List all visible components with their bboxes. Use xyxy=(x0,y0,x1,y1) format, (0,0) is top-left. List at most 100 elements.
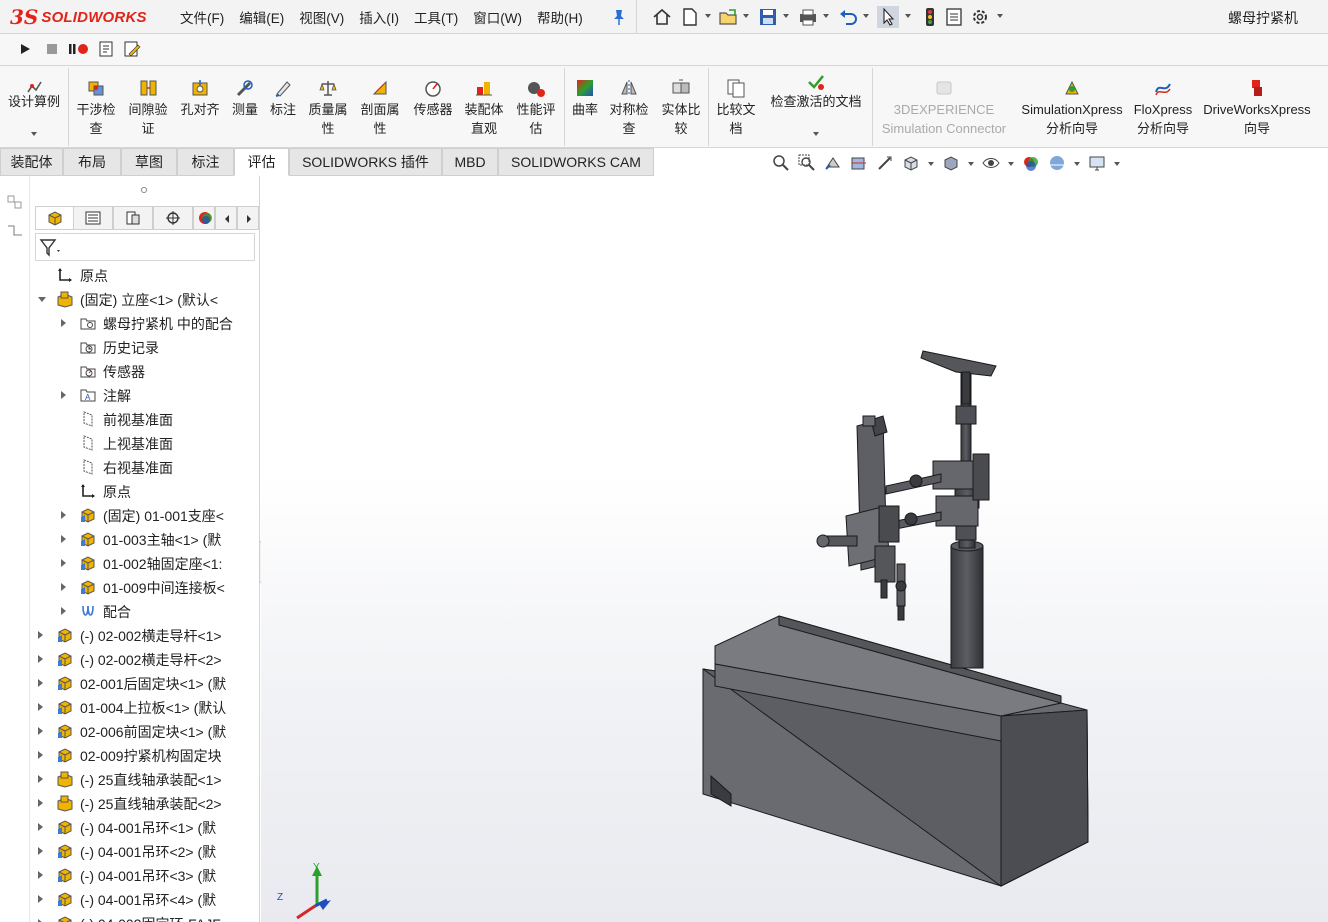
expand-arrow-icon[interactable] xyxy=(61,391,66,399)
tree-row[interactable]: 螺母拧紧机 中的配合 xyxy=(30,311,242,335)
nut-tightening-machine-model[interactable] xyxy=(702,350,1089,887)
expand-arrow-icon[interactable] xyxy=(38,631,43,639)
section-properties-button[interactable]: 剖面属性 xyxy=(356,66,404,148)
expand-arrow-icon[interactable] xyxy=(38,823,43,831)
model-viewport[interactable] xyxy=(261,176,1328,922)
tree-row[interactable]: 01-009中间连接板< xyxy=(30,575,242,599)
sensor-button[interactable]: 传感器 xyxy=(408,66,458,148)
print-icon[interactable] xyxy=(797,6,819,28)
new-document-icon[interactable] xyxy=(679,6,701,28)
display-style-icon[interactable] xyxy=(942,154,960,172)
performance-evaluation-button[interactable]: 性能评估 xyxy=(512,66,560,148)
rebuild-traffic-light-icon[interactable] xyxy=(919,6,941,28)
expand-arrow-icon[interactable] xyxy=(38,775,43,783)
tree-row[interactable]: 历史记录 xyxy=(30,335,242,359)
display-style-dropdown-icon[interactable] xyxy=(968,162,974,166)
options-gear-icon[interactable] xyxy=(969,6,991,28)
tree-row[interactable]: A 注解 xyxy=(30,383,242,407)
expand-arrow-icon[interactable] xyxy=(38,655,43,663)
expand-arrow-icon[interactable] xyxy=(61,559,66,567)
hole-alignment-button[interactable]: 孔对齐 xyxy=(176,66,224,148)
expand-arrow-icon[interactable] xyxy=(38,799,43,807)
edit-appearance-icon[interactable] xyxy=(1022,154,1040,172)
tree-row[interactable]: 配合 xyxy=(30,599,242,623)
undo-icon[interactable] xyxy=(837,6,859,28)
save-dropdown-icon[interactable] xyxy=(783,14,789,18)
collapse-arrow-icon[interactable] xyxy=(38,297,46,302)
tree-row[interactable]: 前视基准面 xyxy=(30,407,242,431)
previous-view-icon[interactable] xyxy=(824,154,842,172)
tree-row[interactable]: 传感器 xyxy=(30,359,242,383)
expand-arrow-icon[interactable] xyxy=(61,535,66,543)
tab-dimxpert-manager[interactable] xyxy=(153,206,193,230)
view-settings-dropdown-icon[interactable] xyxy=(1114,162,1120,166)
tab-mbd[interactable]: MBD xyxy=(442,148,498,176)
design-study-button[interactable]: 设计算例 xyxy=(0,66,68,148)
mass-properties-button[interactable]: 质量属性 xyxy=(304,66,352,148)
flyout-tree-icon[interactable] xyxy=(6,222,24,238)
expand-arrow-icon[interactable] xyxy=(38,871,43,879)
view-settings-monitor-icon[interactable] xyxy=(1088,154,1106,172)
tab-property-manager[interactable] xyxy=(73,206,113,230)
menu-window[interactable]: 窗口(W) xyxy=(473,7,522,27)
tree-row[interactable]: (-) 25直线轴承装配<2> xyxy=(30,791,242,815)
undo-dropdown-icon[interactable] xyxy=(863,14,869,18)
design-study-dropdown-icon[interactable] xyxy=(31,132,37,136)
expand-arrow-icon[interactable] xyxy=(61,583,66,591)
compare-bodies-button[interactable]: 实体比较 xyxy=(656,66,706,148)
tree-filter-box[interactable] xyxy=(35,233,255,261)
curvature-button[interactable]: 曲率 xyxy=(566,66,604,148)
select-dropdown-icon[interactable] xyxy=(905,14,911,18)
section-view-icon[interactable] xyxy=(850,154,868,172)
tab-solidworks-addins[interactable]: SOLIDWORKS 插件 xyxy=(289,148,442,176)
expand-arrow-icon[interactable] xyxy=(38,751,43,759)
run-macro-icon[interactable] xyxy=(18,42,32,56)
tree-row[interactable]: 01-002轴固定座<1: xyxy=(30,551,242,575)
expand-arrow-icon[interactable] xyxy=(38,895,43,903)
tree-row[interactable]: (-) 04-001吊环<3> (默 xyxy=(30,863,242,887)
tree-row[interactable]: (-) 04-001吊环<1> (默 xyxy=(30,815,242,839)
tree-row[interactable]: 02-006前固定块<1> (默 xyxy=(30,719,242,743)
floxpress-button[interactable]: FloXpress 分析向导 xyxy=(1130,66,1196,148)
tab-assembly[interactable]: 装配体 xyxy=(0,148,63,176)
expand-arrow-icon[interactable] xyxy=(38,847,43,855)
dynamic-annotation-icon[interactable] xyxy=(876,154,894,172)
hide-show-dropdown-icon[interactable] xyxy=(1008,162,1014,166)
expand-arrow-icon[interactable] xyxy=(38,727,43,735)
save-icon[interactable] xyxy=(757,6,779,28)
3dexperience-simulation-connector-button[interactable]: 3DEXPERIENCE Simulation Connector xyxy=(874,66,1014,148)
filter-funnel-icon[interactable] xyxy=(39,238,63,258)
instant-3d-icon[interactable] xyxy=(6,194,24,210)
tree-row[interactable]: (-) 25直线轴承装配<1> xyxy=(30,767,242,791)
apply-scene-icon[interactable] xyxy=(1048,154,1066,172)
tree-row[interactable]: 01-003主轴<1> (默 xyxy=(30,527,242,551)
compare-documents-button[interactable]: 比较文档 xyxy=(712,66,760,148)
stop-macro-icon[interactable] xyxy=(45,42,59,56)
driveworksxpress-button[interactable]: DriveWorksXpress 向导 xyxy=(1198,66,1316,148)
tree-row[interactable]: (-) 04-001吊环<2> (默 xyxy=(30,839,242,863)
open-folder-icon[interactable] xyxy=(717,6,739,28)
tree-row[interactable]: (固定) 01-001支座< xyxy=(30,503,242,527)
tree-row[interactable]: (-) 02-002横走导杆<1> xyxy=(30,623,242,647)
expand-arrow-icon[interactable] xyxy=(61,607,66,615)
expand-arrow-icon[interactable] xyxy=(38,703,43,711)
new-dropdown-icon[interactable] xyxy=(705,14,711,18)
print-dropdown-icon[interactable] xyxy=(823,14,829,18)
zoom-to-area-icon[interactable] xyxy=(798,154,816,172)
tree-row[interactable]: 原点 xyxy=(30,263,242,287)
interference-check-button[interactable]: 干涉检查 xyxy=(72,66,120,148)
tab-solidworks-cam[interactable]: SOLIDWORKS CAM xyxy=(498,148,654,176)
tab-evaluate[interactable]: 评估 xyxy=(234,148,289,176)
check-active-document-button[interactable]: 检查激活的文档 xyxy=(762,66,870,148)
view-orientation-icon[interactable] xyxy=(902,154,920,172)
open-dropdown-icon[interactable] xyxy=(743,14,749,18)
tree-row[interactable]: 01-004上拉板<1> (默认 xyxy=(30,695,242,719)
edit-macro-icon[interactable] xyxy=(123,40,141,58)
assembly-visualization-button[interactable]: 装配体直观 xyxy=(460,66,508,148)
home-icon[interactable] xyxy=(651,6,673,28)
tab-sketch[interactable]: 草图 xyxy=(121,148,177,176)
tree-row[interactable]: 原点 xyxy=(30,479,242,503)
select-cursor-icon[interactable] xyxy=(877,6,899,28)
menu-edit[interactable]: 编辑(E) xyxy=(239,7,284,27)
tree-row[interactable]: 02-001后固定块<1> (默 xyxy=(30,671,242,695)
